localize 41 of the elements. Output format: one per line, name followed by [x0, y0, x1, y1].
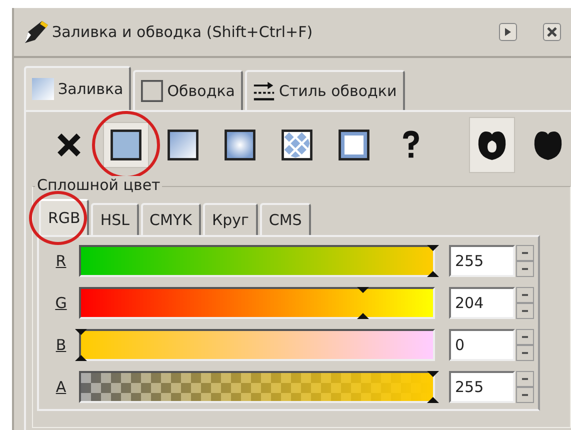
channel-label: A	[54, 378, 68, 396]
color-mode-tab[interactable]: RGB	[39, 199, 90, 235]
color-mode-tab[interactable]: CMS	[260, 203, 311, 235]
frame-title: Сплошной цвет	[35, 176, 162, 194]
value-field[interactable]: 255	[449, 371, 515, 403]
spin-up-button[interactable]	[516, 245, 534, 261]
channel-label: R	[54, 252, 68, 270]
spin-down-button[interactable]	[516, 261, 534, 277]
close-icon	[547, 27, 557, 37]
slider-marker[interactable]	[427, 245, 439, 277]
tab[interactable]: Обводка	[133, 70, 243, 110]
color-mode-tab[interactable]: HSL	[91, 203, 139, 235]
pen-icon	[22, 18, 50, 46]
outline-square-icon	[141, 80, 164, 102]
channel-label: G	[54, 294, 68, 312]
spin-down-button[interactable]	[516, 387, 534, 403]
color-mode-tab[interactable]: Круг	[202, 203, 258, 235]
value-field[interactable]: 0	[449, 329, 515, 361]
play-button[interactable]	[499, 23, 517, 41]
spin-up-button[interactable]	[516, 371, 534, 387]
color-slider[interactable]	[79, 287, 435, 319]
channel-label: B	[54, 336, 68, 354]
stroke-style-icon	[252, 80, 275, 102]
slider-marker[interactable]	[75, 329, 87, 361]
evenodd-rule-button[interactable]	[469, 117, 515, 173]
window-title: Заливка и обводка (Shift+Ctrl+F)	[52, 23, 313, 41]
color-mode-tab[interactable]: CMYK	[140, 203, 201, 235]
tab[interactable]: Стиль обводки	[244, 70, 405, 110]
value-field[interactable]: 255	[449, 245, 515, 277]
spin-down-button[interactable]	[516, 303, 534, 319]
value-field[interactable]: 204	[449, 287, 515, 319]
tab[interactable]: Заливка	[24, 66, 132, 110]
slider-marker[interactable]	[427, 371, 439, 403]
flat-fill-button[interactable]	[103, 122, 149, 168]
spin-down-button[interactable]	[516, 345, 534, 361]
gradient-square-icon	[32, 78, 54, 100]
triangle-icon	[503, 27, 513, 37]
close-button[interactable]	[543, 23, 561, 41]
spin-up-button[interactable]	[516, 329, 534, 345]
spin-up-button[interactable]	[516, 287, 534, 303]
slider-marker[interactable]	[356, 287, 369, 319]
